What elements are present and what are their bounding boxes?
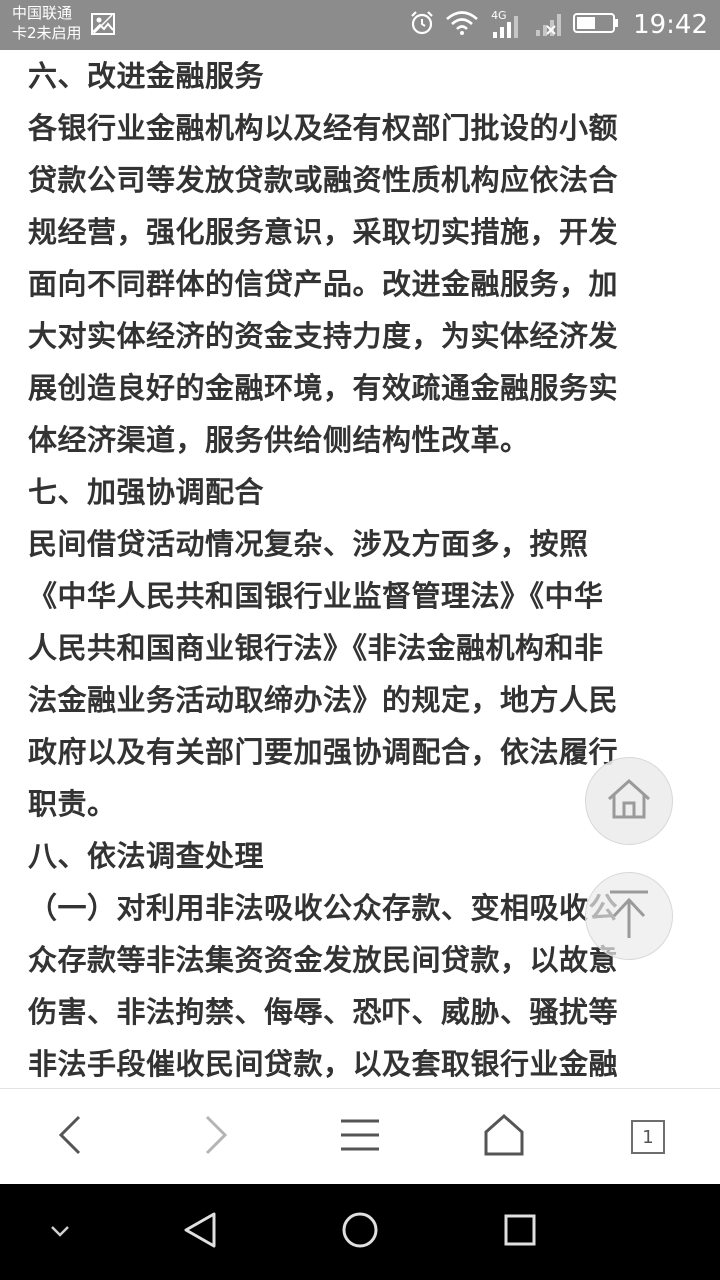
home-icon xyxy=(483,1113,525,1160)
tabs-button[interactable]: 1 xyxy=(598,1089,698,1185)
arrow-up-icon xyxy=(604,886,654,946)
article-line: 六、改进金融服务 xyxy=(28,59,265,93)
chevron-left-icon xyxy=(55,1113,85,1161)
nav-back-button[interactable] xyxy=(170,1184,230,1280)
article-line: 展创造良好的金融环境，有效疏通金融服务实 xyxy=(28,371,619,405)
article-line: 非法手段催收民间贷款，以及套取银行业金融 xyxy=(28,1047,619,1081)
article-line: 八、依法调查处理 xyxy=(28,839,265,873)
article-line: 人民共和国商业银行法》《非法金融机构和非 xyxy=(28,631,604,665)
nav-recents-button[interactable] xyxy=(490,1184,550,1280)
chevron-right-icon xyxy=(201,1113,231,1161)
clock: 19:42 xyxy=(633,10,708,40)
wifi-icon xyxy=(445,10,479,40)
nav-collapse-button[interactable] xyxy=(40,1184,80,1280)
system-nav-bar xyxy=(0,1184,720,1280)
signal-sim2-icon xyxy=(533,8,563,42)
carrier-info: 中国联通 卡2未启用 xyxy=(12,3,82,43)
signal-4g-icon: 4G xyxy=(489,9,523,40)
article-line: 各银行业金融机构以及经有权部门批设的小额 xyxy=(28,111,619,145)
article-line: 民间借贷活动情况复杂、涉及方面多，按照 xyxy=(28,527,589,561)
scroll-to-top-button[interactable] xyxy=(585,872,673,960)
menu-button[interactable] xyxy=(310,1089,410,1185)
article-line: 伤害、非法拘禁、侮辱、恐吓、威胁、骚扰等 xyxy=(28,995,619,1029)
image-notification-icon xyxy=(90,12,116,40)
sim2-status: 卡2未启用 xyxy=(12,24,82,42)
article-line: 面向不同群体的信贷产品。改进金融服务，加 xyxy=(28,267,619,301)
browser-toolbar: 1 xyxy=(0,1088,720,1185)
article-line: 众存款等非法集资资金发放民间贷款，以故意 xyxy=(28,943,619,977)
article-line: 规经营，强化服务意识，采取切实措施，开发 xyxy=(28,215,619,249)
status-bar: 中国联通 卡2未启用 4G 19:42 xyxy=(0,0,720,50)
article-line: 贷款公司等发放贷款或融资性质机构应依法合 xyxy=(28,163,619,197)
menu-icon xyxy=(339,1117,381,1157)
home-icon xyxy=(603,775,655,827)
floating-home-button[interactable] xyxy=(585,757,673,845)
chevron-down-icon xyxy=(49,1223,71,1242)
carrier-name: 中国联通 xyxy=(12,4,73,22)
article-line: 《中华人民共和国银行业监督管理法》《中华 xyxy=(28,579,604,613)
article-line: 体经济渠道，服务供给侧结构性改革。 xyxy=(28,423,530,457)
back-button[interactable] xyxy=(20,1089,120,1185)
article-line: 七、加强协调配合 xyxy=(28,475,265,509)
battery-icon xyxy=(573,11,619,39)
alarm-icon xyxy=(409,10,435,40)
circle-home-icon xyxy=(340,1210,380,1254)
article-line: 大对实体经济的资金支持力度，为实体经济发 xyxy=(28,319,619,353)
nav-home-button[interactable] xyxy=(330,1184,390,1280)
article-line: 法金融业务活动取缔办法》的规定，地方人民 xyxy=(28,683,619,717)
tab-count: 1 xyxy=(631,1120,665,1154)
square-recents-icon xyxy=(503,1213,537,1251)
article-line: 政府以及有关部门要加强协调配合，依法履行 xyxy=(28,735,619,769)
status-icons: 4G 19:42 xyxy=(409,0,708,50)
home-button[interactable] xyxy=(454,1089,554,1185)
triangle-back-icon xyxy=(182,1210,218,1254)
forward-button[interactable] xyxy=(166,1089,266,1185)
